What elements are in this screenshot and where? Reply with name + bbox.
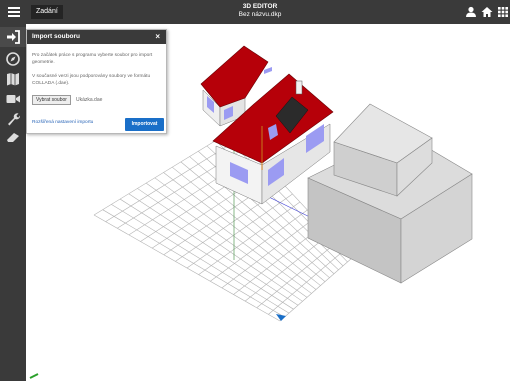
import-panel-header: Import souboru × [27, 30, 166, 44]
grid-icon[interactable] [496, 5, 510, 19]
app-title-block: 3D EDITOR Bez názvu.dkp [200, 3, 320, 19]
grid-line [198, 201, 301, 275]
axis-gizmo-icon [29, 373, 39, 379]
selected-file-name: Ukázka.dae [76, 97, 103, 103]
app-title: 3D EDITOR [242, 3, 278, 10]
import-tool-button[interactable] [0, 27, 26, 47]
grid-line [154, 177, 312, 294]
file-chooser-row: Vybrat soubor Ukázka.dae [32, 95, 166, 105]
map-icon[interactable] [5, 71, 21, 87]
grid-line [268, 249, 345, 315]
grid-line [119, 198, 294, 310]
import-panel-title: Import souboru [32, 33, 81, 40]
choose-file-button[interactable]: Vybrat soubor [32, 95, 71, 105]
left-toolbar [0, 24, 26, 381]
north-arrow-icon [276, 314, 286, 321]
home-icon[interactable] [480, 5, 494, 19]
wrench-icon[interactable] [5, 111, 21, 127]
import-instructions: Pro začátek práce s programu vyberte sou… [32, 53, 153, 65]
grid-line [279, 257, 353, 322]
sign-in-icon [7, 30, 20, 44]
user-icon[interactable] [464, 5, 478, 19]
hamburger-icon[interactable] [6, 4, 22, 20]
file-name: Bez názvu.dkp [238, 11, 282, 18]
eraser-icon[interactable] [5, 129, 21, 145]
import-button[interactable]: Importovat [125, 118, 164, 131]
compass-icon[interactable] [5, 51, 21, 67]
top-toolbar: Zadání 3D EDITOR Bez názvu.dkp [0, 0, 510, 24]
advanced-import-settings-link[interactable]: Rozšířená nastavení importu [32, 120, 93, 125]
video-camera-icon[interactable] [5, 91, 21, 107]
grid-line [111, 204, 290, 314]
close-icon[interactable]: × [155, 30, 160, 44]
import-format-note: V současné verzi jsou podporovány soubor… [32, 74, 151, 86]
grey-block-building [307, 103, 473, 284]
tab-zadani[interactable]: Zadání [31, 5, 63, 19]
grid-line [102, 209, 285, 318]
grid-line [256, 241, 338, 308]
import-panel: Import souboru × Pro začátek práce s pro… [26, 29, 167, 134]
